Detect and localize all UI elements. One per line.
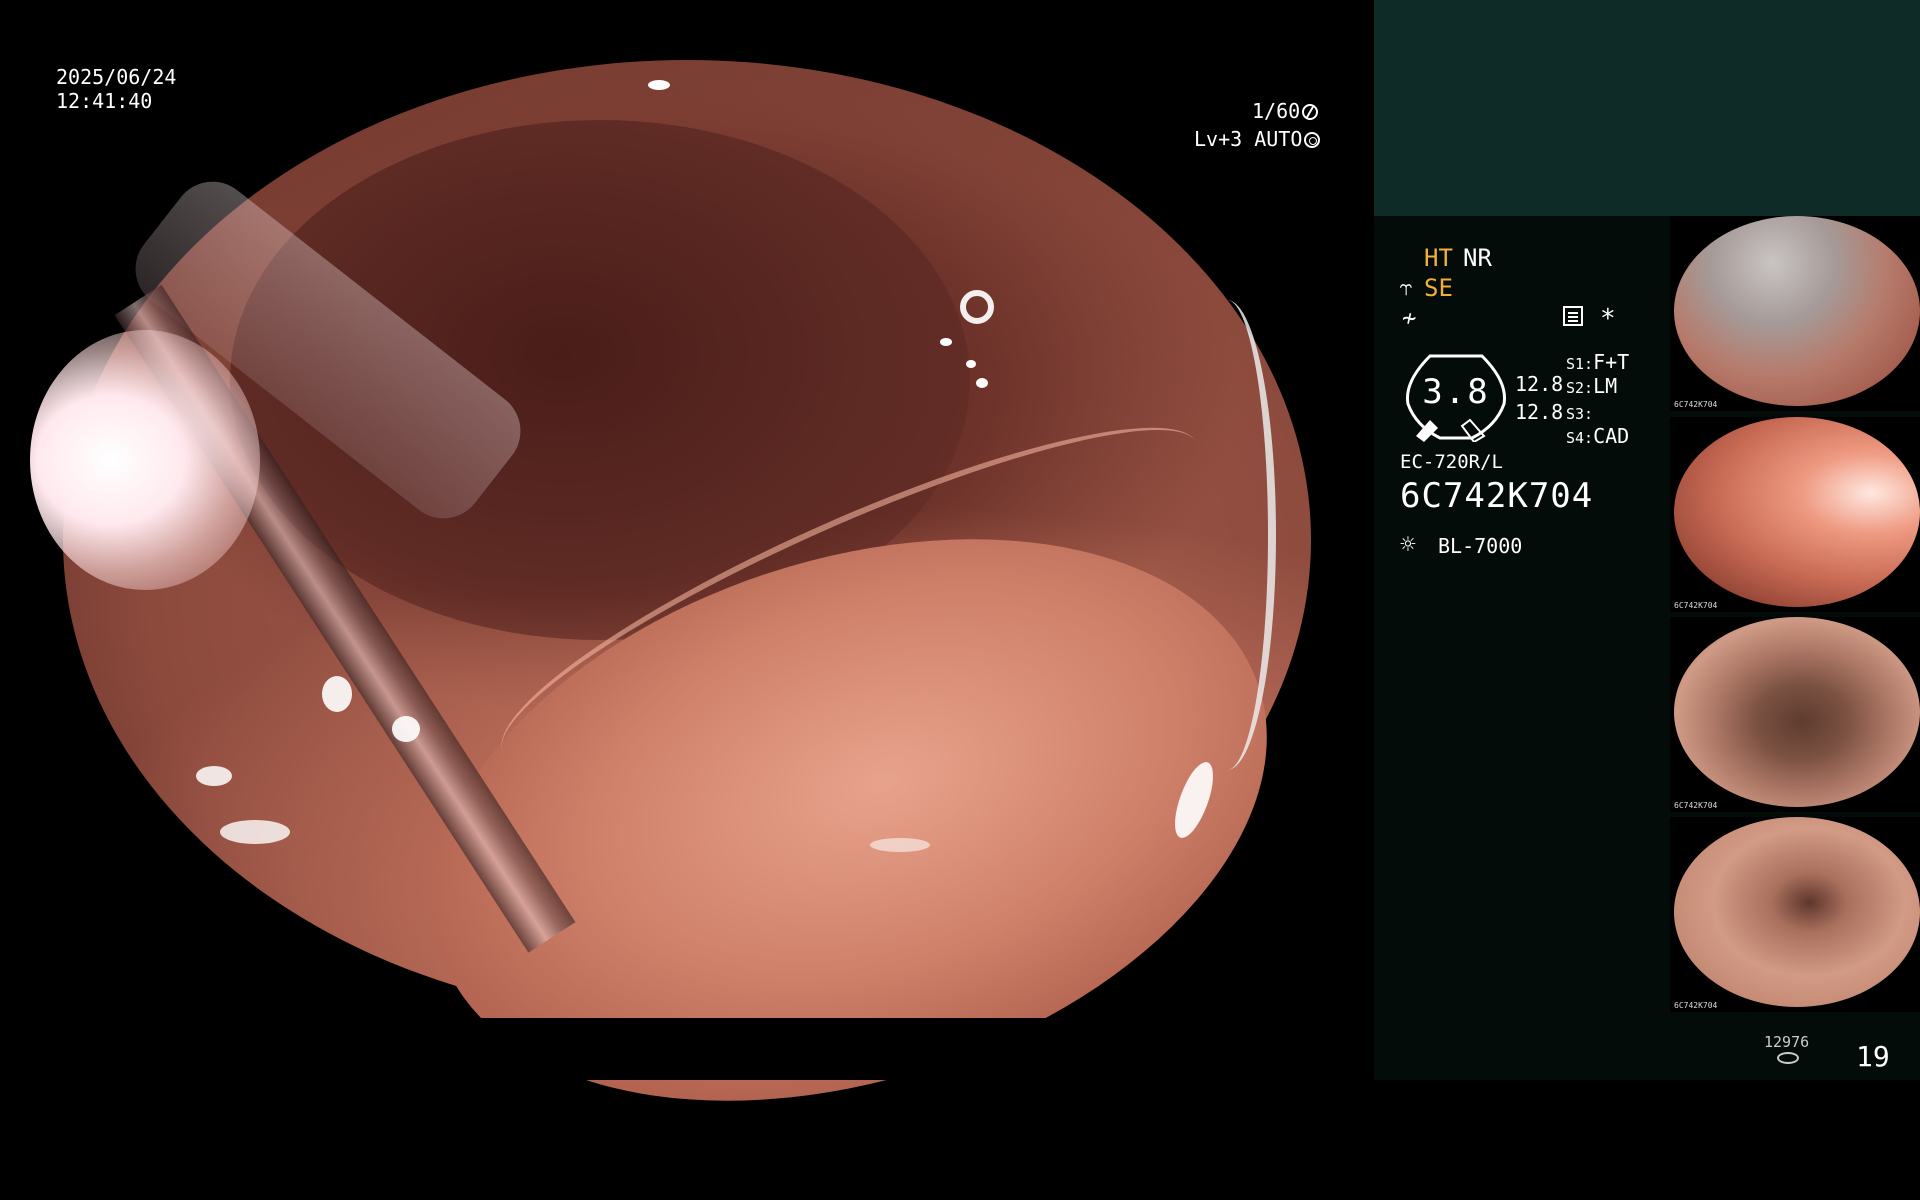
aperture-icon bbox=[1302, 104, 1319, 120]
switch-s1: S1:F+T bbox=[1566, 350, 1629, 374]
switch-key: S4: bbox=[1566, 429, 1594, 447]
light-glare bbox=[30, 330, 260, 590]
scope-serial: 6C742K704 bbox=[1400, 476, 1594, 516]
gauge-reading-1: 12.8 bbox=[1515, 372, 1564, 396]
image-counter: 19 bbox=[1856, 1040, 1890, 1073]
specular-highlight bbox=[976, 378, 988, 388]
thumbnail-image bbox=[1674, 216, 1920, 406]
ht-indicator: HT bbox=[1424, 244, 1453, 272]
date-display: 2025/06/24 bbox=[56, 65, 177, 89]
settings-icon bbox=[1563, 306, 1583, 326]
specular-highlight bbox=[940, 338, 952, 346]
switch-value: F+T bbox=[1593, 350, 1630, 374]
thumbnail-serial: 6C742K704 bbox=[1674, 400, 1718, 409]
specular-highlight bbox=[870, 838, 930, 852]
brightness-level: Lv+3 AUTO bbox=[1194, 126, 1321, 152]
gauge-value: 3.8 bbox=[1422, 372, 1490, 412]
specular-highlight bbox=[392, 716, 420, 742]
captured-image-thumbnail[interactable]: 6C742K704 bbox=[1670, 216, 1920, 411]
specular-highlight bbox=[196, 766, 232, 786]
switch-s4: S4:CAD bbox=[1566, 424, 1629, 448]
panel-header-area bbox=[1374, 0, 1920, 216]
thumbnail-serial: 6C742K704 bbox=[1674, 1001, 1718, 1010]
storage-count: 12976 bbox=[1764, 1033, 1810, 1051]
thumbnail-serial: 6C742K704 bbox=[1674, 601, 1718, 610]
switch-value: CAD bbox=[1593, 424, 1630, 448]
switch-key: S2: bbox=[1566, 379, 1594, 397]
thumbnail-image bbox=[1674, 617, 1920, 807]
specular-highlight bbox=[966, 360, 976, 368]
time-display: 12:41:40 bbox=[56, 89, 153, 113]
specular-highlight bbox=[220, 820, 290, 844]
switch-s3: S3: bbox=[1566, 400, 1593, 424]
mask-top bbox=[0, 0, 1374, 60]
asterisk-icon: * bbox=[1600, 304, 1616, 334]
lens-rim-reflection bbox=[1178, 300, 1276, 770]
shutter-speed-value: 1/60 bbox=[1252, 99, 1301, 123]
ring-reflection bbox=[960, 290, 994, 324]
thumbnail-serial: 6C742K704 bbox=[1674, 801, 1718, 810]
switch-key: S1: bbox=[1566, 355, 1594, 373]
filter-icon: ≁ bbox=[1402, 304, 1417, 332]
captured-image-thumbnail[interactable]: 6C742K704 bbox=[1670, 617, 1920, 812]
disk-icon bbox=[1777, 1052, 1799, 1064]
specular-highlight bbox=[648, 80, 670, 90]
light-source-icon: ☼ bbox=[1400, 530, 1416, 560]
thumbnail-image bbox=[1674, 817, 1920, 1007]
nr-indicator: NR bbox=[1463, 244, 1492, 272]
switch-value: LM bbox=[1593, 374, 1618, 398]
shutter-speed: 1/60 bbox=[1252, 98, 1319, 124]
se-indicator: SE bbox=[1424, 274, 1453, 302]
structure-enhance-icon: ⥾ bbox=[1400, 276, 1413, 301]
captured-image-thumbnail[interactable]: 6C742K704 bbox=[1670, 817, 1920, 1012]
light-source-label: BL-7000 bbox=[1438, 534, 1523, 558]
specular-highlight bbox=[322, 676, 352, 712]
thumbnail-image bbox=[1674, 417, 1920, 607]
switch-s2: S2:LM bbox=[1566, 374, 1617, 398]
captured-image-thumbnail[interactable]: 6C742K704 bbox=[1670, 417, 1920, 612]
scope-model: EC-720R/L bbox=[1400, 451, 1503, 473]
switch-key: S3: bbox=[1566, 405, 1594, 423]
gauge-reading-2: 12.8 bbox=[1515, 400, 1564, 424]
brightness-level-value: Lv+3 AUTO bbox=[1194, 127, 1303, 151]
auto-iris-icon bbox=[1304, 132, 1321, 148]
mask-bottom bbox=[0, 1018, 1374, 1080]
